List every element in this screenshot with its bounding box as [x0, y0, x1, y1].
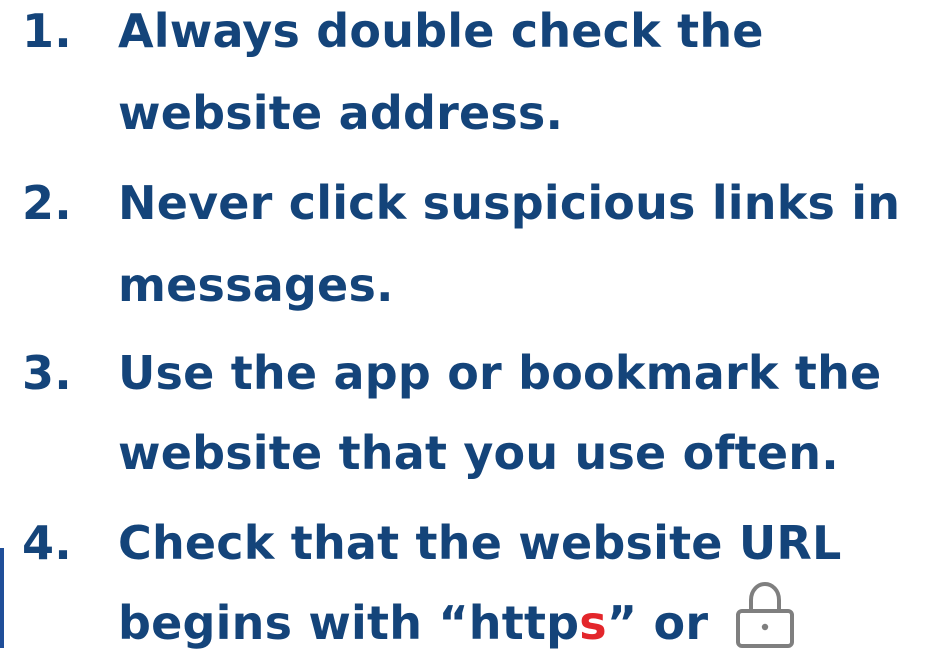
https-prefix-text: begins with “http: [118, 596, 580, 650]
tip-text: Check that the website URL: [118, 516, 842, 570]
tip-number: 4.: [22, 516, 72, 570]
tip-text: website that you use often.: [118, 426, 839, 480]
tip-text-https: begins with “https” or: [118, 581, 708, 665]
lock-icon: [736, 581, 794, 648]
left-accent-bar: [0, 548, 4, 648]
tip-text: Always double check the: [118, 4, 764, 58]
tip-text: messages.: [118, 258, 394, 312]
tip-text: website address.: [118, 86, 564, 140]
tip-text: Use the app or bookmark the: [118, 346, 882, 400]
tip-text: Never click suspicious links in: [118, 176, 901, 230]
tip-number: 1.: [22, 4, 72, 58]
tip-number: 3.: [22, 346, 72, 400]
https-s-highlight: s: [579, 596, 607, 650]
tip-number: 2.: [22, 176, 72, 230]
https-suffix-text: ” or: [606, 596, 709, 650]
